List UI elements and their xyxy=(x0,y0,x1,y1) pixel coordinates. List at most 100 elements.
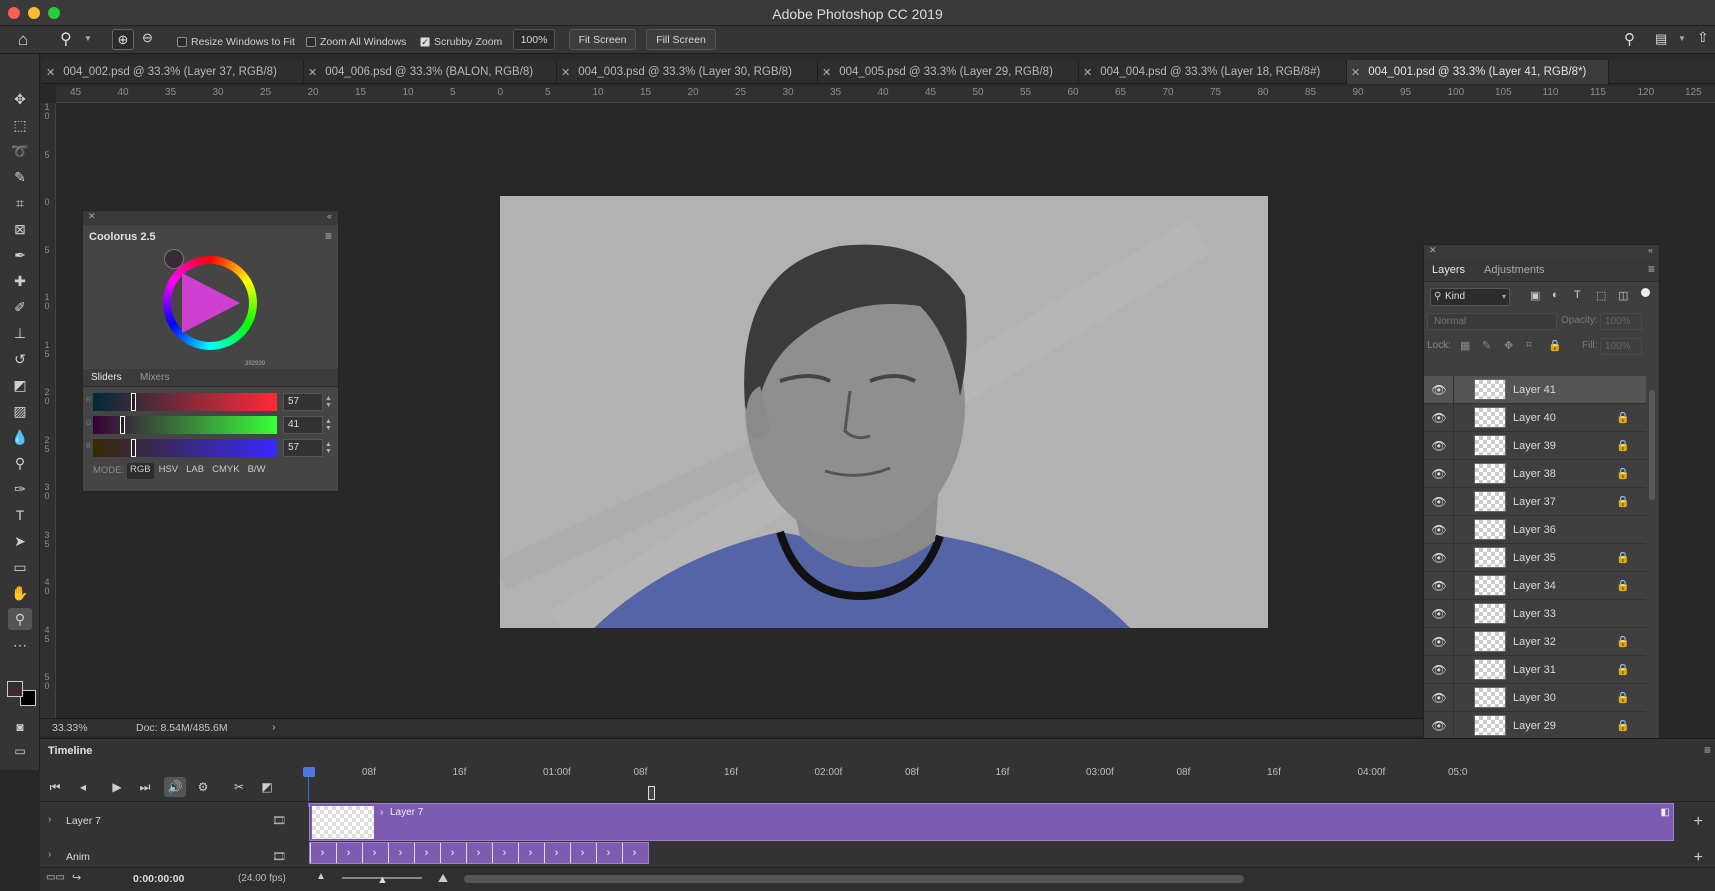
layer-name[interactable]: Layer 33 xyxy=(1513,608,1556,620)
lock-position-icon[interactable]: ✥ xyxy=(1504,339,1513,352)
panel-menu-icon[interactable]: ≡ xyxy=(1648,262,1655,276)
saturation-triangle[interactable] xyxy=(182,273,240,333)
layer-row[interactable]: 👁 Layer 34 🔒 xyxy=(1424,572,1646,600)
split-scissors-icon[interactable]: ✂ xyxy=(228,777,250,797)
fill-field[interactable]: 100% xyxy=(1600,338,1642,355)
close-icon[interactable]: ✕ xyxy=(46,66,55,79)
play-icon[interactable]: ▶ xyxy=(106,777,128,797)
tab-mixers[interactable]: Mixers xyxy=(140,372,169,383)
stepper-icon[interactable]: ▲ ▼ xyxy=(325,395,338,409)
lock-transparent-icon[interactable]: ▦ xyxy=(1460,339,1470,352)
zoom-in-timeline-icon[interactable]: ⛰ xyxy=(438,871,448,886)
channel-value-field[interactable]: 57 xyxy=(283,439,323,457)
layer-row[interactable]: 👁 Layer 33 xyxy=(1424,600,1646,628)
frame-mode-icon[interactable]: ▭▭ xyxy=(46,872,65,883)
lock-all-icon[interactable]: 🔒 xyxy=(1548,339,1562,352)
layer-name[interactable]: Layer 29 xyxy=(1513,720,1556,732)
document-tab[interactable]: ✕ 004_002.psd @ 33.3% (Layer 37, RGB/8) xyxy=(42,60,304,84)
layer-row[interactable]: 👁 Layer 32 🔒 xyxy=(1424,628,1646,656)
settings-gear-icon[interactable]: ⚙ xyxy=(192,777,214,797)
rectangle-tool-icon[interactable]: ▭ xyxy=(8,556,32,578)
anim-keyframe-segment[interactable]: › xyxy=(388,843,412,863)
clone-stamp-icon[interactable]: ⊥ xyxy=(8,322,32,344)
pen-tool-icon[interactable]: ✑ xyxy=(8,478,32,500)
layer-thumbnail[interactable] xyxy=(1474,603,1506,624)
audio-icon[interactable]: 🔊 xyxy=(164,777,186,797)
workspace-icon[interactable]: ▤ xyxy=(1655,31,1667,47)
blend-mode-select[interactable]: Normal xyxy=(1427,313,1557,330)
screen-mode-icon[interactable]: ▭ xyxy=(8,740,32,762)
chevron-down-icon[interactable]: ▼ xyxy=(1678,34,1686,43)
channel-value-field[interactable]: 57 xyxy=(283,393,323,411)
zoom-slider-handle[interactable]: ▲ xyxy=(377,874,388,886)
document-tab[interactable]: ✕ 004_005.psd @ 33.3% (Layer 29, RGB/8) xyxy=(818,60,1079,84)
search-icon[interactable]: ⚲ xyxy=(1624,30,1635,48)
zoom-out-icon[interactable]: ⊖ xyxy=(142,30,153,46)
path-select-icon[interactable]: ➤ xyxy=(8,530,32,552)
home-icon[interactable]: ⌂ xyxy=(18,30,28,50)
layer-thumbnail[interactable] xyxy=(1474,519,1506,540)
type-filter-icon[interactable]: T xyxy=(1574,289,1581,301)
collapse-icon[interactable]: « xyxy=(1648,245,1653,255)
close-icon[interactable]: ✕ xyxy=(1351,66,1360,79)
layer-name[interactable]: Layer 40 xyxy=(1513,412,1556,424)
anim-keyframe-segment[interactable]: › xyxy=(336,843,360,863)
film-icon[interactable]: 🎞 xyxy=(272,814,286,827)
visibility-eye-icon[interactable]: 👁 xyxy=(1431,607,1447,621)
layer-row[interactable]: 👁 Layer 41 xyxy=(1424,376,1646,404)
clip-end-icon[interactable]: ◧ xyxy=(1661,807,1670,818)
close-icon[interactable]: ✕ xyxy=(561,66,570,79)
layer-row[interactable]: 👁 Layer 36 xyxy=(1424,516,1646,544)
mode-bw-button[interactable]: B/W xyxy=(245,463,269,479)
quick-mask-icon[interactable]: ◙ xyxy=(8,716,32,738)
layer-row[interactable]: 👁 Layer 38 🔒 xyxy=(1424,460,1646,488)
zoom-tool-icon[interactable]: ⚲ xyxy=(8,608,32,630)
history-brush-icon[interactable]: ↺ xyxy=(8,348,32,370)
layer-name[interactable]: Layer 31 xyxy=(1513,664,1556,676)
filter-kind-select[interactable]: ⚲ Kind ▾ xyxy=(1430,288,1510,306)
anim-keyframe-segment[interactable]: › xyxy=(596,843,620,863)
close-icon[interactable]: ✕ xyxy=(308,66,317,79)
gradient-tool-icon[interactable]: ▨ xyxy=(8,400,32,422)
zoom-all-checkbox[interactable]: Zoom All Windows xyxy=(306,36,406,48)
visibility-eye-icon[interactable]: 👁 xyxy=(1431,579,1447,593)
layer-name[interactable]: Layer 39 xyxy=(1513,440,1556,452)
scrubby-zoom-checkbox[interactable]: ✓ Scrubby Zoom xyxy=(420,36,502,48)
quick-select-tool-icon[interactable]: ✎ xyxy=(8,166,32,188)
layer-thumbnail[interactable] xyxy=(1474,463,1506,484)
marquee-tool-icon[interactable]: ⬚ xyxy=(8,114,32,136)
zoom-level[interactable]: 33.33% xyxy=(52,722,88,734)
layer-row[interactable]: 👁 Layer 40 🔒 xyxy=(1424,404,1646,432)
close-icon[interactable]: ✕ xyxy=(1429,245,1437,256)
collapse-icon[interactable]: « xyxy=(327,211,332,221)
mode-rgb-button[interactable]: RGB xyxy=(127,463,154,479)
anim-keyframe-segment[interactable]: › xyxy=(414,843,438,863)
healing-brush-icon[interactable]: ✚ xyxy=(8,270,32,292)
slider-handle[interactable] xyxy=(120,416,126,434)
anim-keyframe-segment[interactable]: › xyxy=(310,843,334,863)
layer-thumbnail[interactable] xyxy=(1474,491,1506,512)
color-slider-track[interactable] xyxy=(93,416,277,434)
anim-clip-track[interactable]: › › › › › › › › › › › › › xyxy=(309,842,649,864)
layer-thumbnail[interactable] xyxy=(1474,715,1506,736)
filter-toggle[interactable] xyxy=(1641,288,1650,297)
move-tool-icon[interactable]: ✥ xyxy=(8,88,32,110)
layer-name[interactable]: Layer 32 xyxy=(1513,636,1556,648)
layer-thumbnail[interactable] xyxy=(1474,575,1506,596)
eraser-tool-icon[interactable]: ◩ xyxy=(8,374,32,396)
visibility-eye-icon[interactable]: 👁 xyxy=(1431,635,1447,649)
anim-keyframe-segment[interactable]: › xyxy=(544,843,568,863)
type-tool-icon[interactable]: T xyxy=(8,504,32,526)
smart-object-filter-icon[interactable]: ◫ xyxy=(1618,289,1628,302)
layer-row[interactable]: 👁 Layer 39 🔒 xyxy=(1424,432,1646,460)
document-tab[interactable]: ✕ 004_003.psd @ 33.3% (Layer 30, RGB/8) xyxy=(557,60,818,84)
layer-row[interactable]: 👁 Layer 37 🔒 xyxy=(1424,488,1646,516)
anim-keyframe-segment[interactable]: › xyxy=(518,843,542,863)
anim-keyframe-segment[interactable]: › xyxy=(362,843,386,863)
visibility-eye-icon[interactable]: 👁 xyxy=(1431,467,1447,481)
chevron-down-icon[interactable]: ▼ xyxy=(84,34,92,43)
visibility-eye-icon[interactable]: 👁 xyxy=(1431,383,1447,397)
layer-thumbnail[interactable] xyxy=(1474,659,1506,680)
chevron-right-icon[interactable]: › xyxy=(48,814,51,825)
next-frame-icon[interactable]: ⏭ xyxy=(134,777,156,797)
